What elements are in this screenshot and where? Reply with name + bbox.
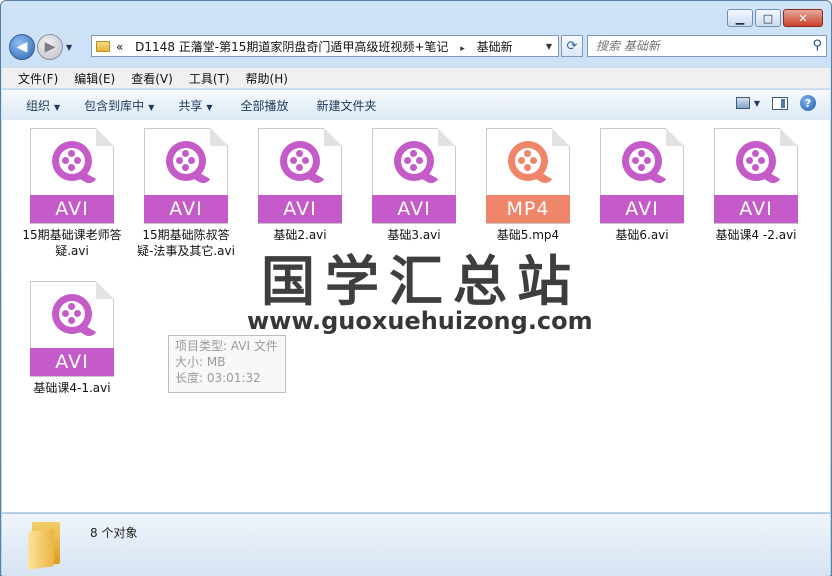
- menu-tools[interactable]: 工具(T): [189, 70, 230, 87]
- file-type-label: AVI: [30, 195, 114, 223]
- menu-view[interactable]: 查看(V): [131, 70, 173, 87]
- avi-file-icon: AVI: [714, 128, 798, 224]
- refresh-icon: ⟳: [566, 38, 578, 54]
- tooltip-type: 项目类型: AVI 文件: [175, 339, 278, 353]
- file-name: 15期基础课老师答疑.avi: [22, 228, 122, 258]
- back-button[interactable]: ◀: [9, 34, 35, 60]
- tooltip-length: 长度: 03:01:32: [175, 371, 261, 385]
- mp4-file-icon: MP4: [486, 128, 570, 224]
- minimize-button[interactable]: ▁: [727, 9, 753, 27]
- breadcrumb: « D1148 正藩堂-第15期道家阴盘奇门遁甲高级班视频+笔记 ▸ 基础新: [116, 38, 513, 55]
- breadcrumb-separator-icon[interactable]: ▸: [460, 44, 465, 54]
- avi-file-icon: AVI: [258, 128, 342, 224]
- avi-file-icon: AVI: [372, 128, 456, 224]
- file-type-label: AVI: [258, 195, 342, 223]
- breadcrumb-current[interactable]: 基础新: [477, 40, 513, 54]
- organize-label: 组织: [26, 98, 51, 113]
- search-icon[interactable]: ⚲: [812, 38, 822, 53]
- file-item[interactable]: AVI 基础课4 -2.avi: [706, 128, 806, 243]
- file-name: 15期基础陈叔答疑-法事及其它.avi: [137, 228, 235, 258]
- folder-icon: [96, 40, 110, 52]
- file-item[interactable]: AVI 15期基础课老师答疑.avi: [22, 128, 122, 259]
- file-type-label: AVI: [600, 195, 684, 223]
- menu-bar: 文件(F) 编辑(E) 查看(V) 工具(T) 帮助(H): [2, 67, 830, 88]
- menu-file[interactable]: 文件(F): [18, 70, 58, 87]
- search-input[interactable]: [594, 38, 798, 54]
- address-dropdown-icon[interactable]: ▼: [546, 42, 552, 51]
- file-type-label: AVI: [144, 195, 228, 223]
- menu-edit[interactable]: 编辑(E): [74, 70, 115, 87]
- file-name: 基础6.avi: [615, 228, 669, 242]
- include-in-library-button[interactable]: 包含到库中 ▼: [84, 97, 154, 114]
- change-view-icon[interactable]: [735, 97, 750, 109]
- file-tooltip: 项目类型: AVI 文件 大小: MB 长度: 03:01:32: [168, 335, 286, 393]
- arrow-right-icon: ▶: [44, 39, 56, 55]
- play-all-button[interactable]: 全部播放: [241, 97, 289, 114]
- avi-file-icon: AVI: [30, 128, 114, 224]
- watermark-text: 国学汇总站: [261, 250, 581, 313]
- close-button[interactable]: ✕: [783, 9, 823, 27]
- organize-button[interactable]: 组织 ▼: [26, 97, 60, 114]
- file-item[interactable]: AVI 15期基础陈叔答疑-法事及其它.avi: [136, 128, 236, 259]
- avi-file-icon: AVI: [600, 128, 684, 224]
- details-pane: 8 个对象: [2, 513, 830, 576]
- maximize-button[interactable]: □: [755, 9, 781, 27]
- file-item[interactable]: MP4 基础5.mp4: [478, 128, 578, 243]
- file-type-label: AVI: [714, 195, 798, 223]
- item-count: 8 个对象: [90, 526, 138, 540]
- share-label: 共享: [178, 98, 203, 113]
- chevron-down-icon: ▼: [206, 102, 213, 112]
- share-button[interactable]: 共享 ▼: [178, 97, 212, 114]
- view-dropdown-icon[interactable]: ▼: [754, 99, 760, 108]
- avi-file-icon: AVI: [30, 281, 114, 377]
- explorer-window: ▁ □ ✕ ◀ ▶ ▼ « D1148 正藩堂-第15期道家阴盘奇门遁甲高级班视…: [0, 0, 832, 576]
- avi-file-icon: AVI: [144, 128, 228, 224]
- tooltip-size: 大小: MB: [175, 355, 226, 369]
- include-in-library-label: 包含到库中: [84, 98, 145, 113]
- recent-pages-dropdown[interactable]: ▼: [66, 43, 72, 52]
- file-type-label: AVI: [30, 348, 114, 376]
- file-type-label: MP4: [486, 195, 570, 223]
- refresh-button[interactable]: ⟳: [561, 35, 583, 57]
- file-name: 基础课4-1.avi: [33, 381, 111, 395]
- command-bar: 组织 ▼ 包含到库中 ▼ 共享 ▼ 全部播放 新建文件夹 ▼ ?: [2, 89, 830, 121]
- file-item[interactable]: AVI 基础2.avi: [250, 128, 350, 243]
- help-icon[interactable]: ?: [800, 95, 816, 111]
- new-folder-button[interactable]: 新建文件夹: [317, 97, 377, 114]
- arrow-left-icon: ◀: [16, 39, 28, 55]
- chevron-down-icon: ▼: [54, 102, 61, 112]
- address-row: ◀ ▶ ▼ « D1148 正藩堂-第15期道家阴盘奇门遁甲高级班视频+笔记 ▸…: [9, 33, 827, 61]
- file-item[interactable]: AVI 基础3.avi: [364, 128, 464, 243]
- address-bar[interactable]: « D1148 正藩堂-第15期道家阴盘奇门遁甲高级班视频+笔记 ▸ 基础新 ▼: [91, 35, 559, 57]
- caption-buttons: ▁ □ ✕: [727, 9, 823, 27]
- preview-pane-icon[interactable]: [772, 96, 788, 110]
- breadcrumb-parent[interactable]: D1148 正藩堂-第15期道家阴盘奇门遁甲高级班视频+笔记: [135, 40, 448, 54]
- file-type-label: AVI: [372, 195, 456, 223]
- forward-button[interactable]: ▶: [37, 34, 63, 60]
- watermark-url: www.guoxuehuizong.com: [247, 307, 593, 335]
- folder-icon: [28, 522, 62, 570]
- search-box[interactable]: ⚲: [587, 35, 827, 57]
- file-item[interactable]: AVI 基础6.avi: [592, 128, 692, 243]
- file-name: 基础课4 -2.avi: [715, 228, 797, 242]
- view-controls: ▼ ?: [735, 95, 816, 111]
- menu-help[interactable]: 帮助(H): [246, 70, 288, 87]
- file-item[interactable]: AVI 基础课4-1.avi: [22, 281, 122, 396]
- breadcrumb-overflow[interactable]: «: [116, 40, 123, 54]
- chevron-down-icon: ▼: [148, 102, 155, 112]
